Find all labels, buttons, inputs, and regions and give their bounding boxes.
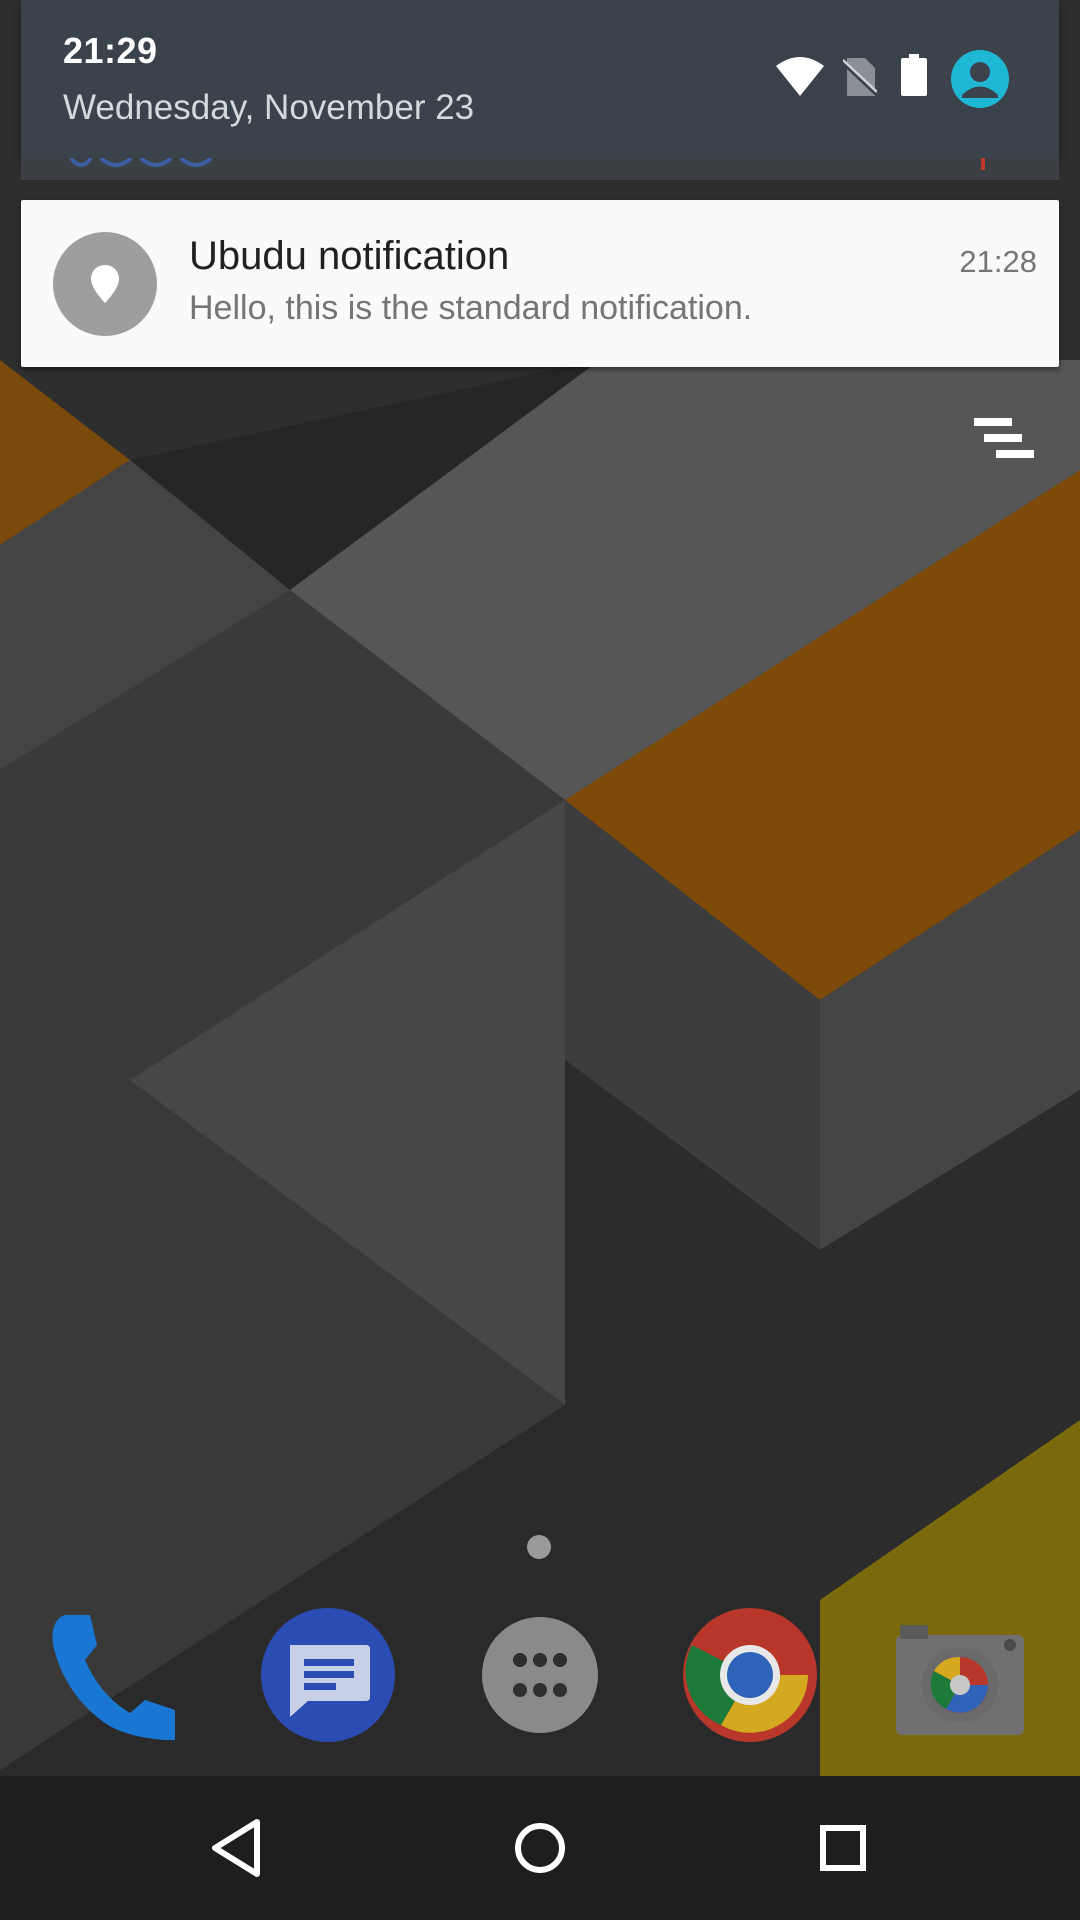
user-icon[interactable] bbox=[951, 50, 1009, 108]
notification-shade-header: 21:29 Wednesday, November 23 bbox=[21, 0, 1059, 158]
back-icon[interactable] bbox=[195, 1806, 279, 1890]
notification-text: Hello, this is the standard notification… bbox=[189, 289, 753, 327]
phone-icon[interactable] bbox=[45, 1605, 185, 1745]
notification-title: Ubudu notification bbox=[189, 234, 510, 278]
location-pin-icon bbox=[53, 232, 157, 336]
apps-grid-icon[interactable] bbox=[470, 1605, 610, 1745]
search-bar-peek bbox=[21, 158, 1059, 180]
page-indicator-dot bbox=[527, 1535, 551, 1559]
home-icon[interactable] bbox=[498, 1806, 582, 1890]
wifi-icon bbox=[776, 57, 824, 96]
camera-icon[interactable] bbox=[890, 1605, 1030, 1745]
date-label[interactable]: Wednesday, November 23 bbox=[63, 88, 474, 128]
recents-icon[interactable] bbox=[801, 1806, 885, 1890]
notification-time: 21:28 bbox=[959, 244, 1037, 279]
battery-icon bbox=[901, 54, 927, 96]
chrome-icon[interactable] bbox=[680, 1605, 820, 1745]
clock-time: 21:29 bbox=[63, 30, 158, 71]
clear-all-icon[interactable] bbox=[968, 416, 1038, 468]
ubudu-notification-card[interactable]: Ubudu notification Hello, this is the st… bbox=[21, 200, 1059, 367]
navigation-bar bbox=[0, 1776, 1080, 1920]
no-sim-icon bbox=[843, 58, 877, 96]
messages-icon[interactable] bbox=[258, 1605, 398, 1745]
